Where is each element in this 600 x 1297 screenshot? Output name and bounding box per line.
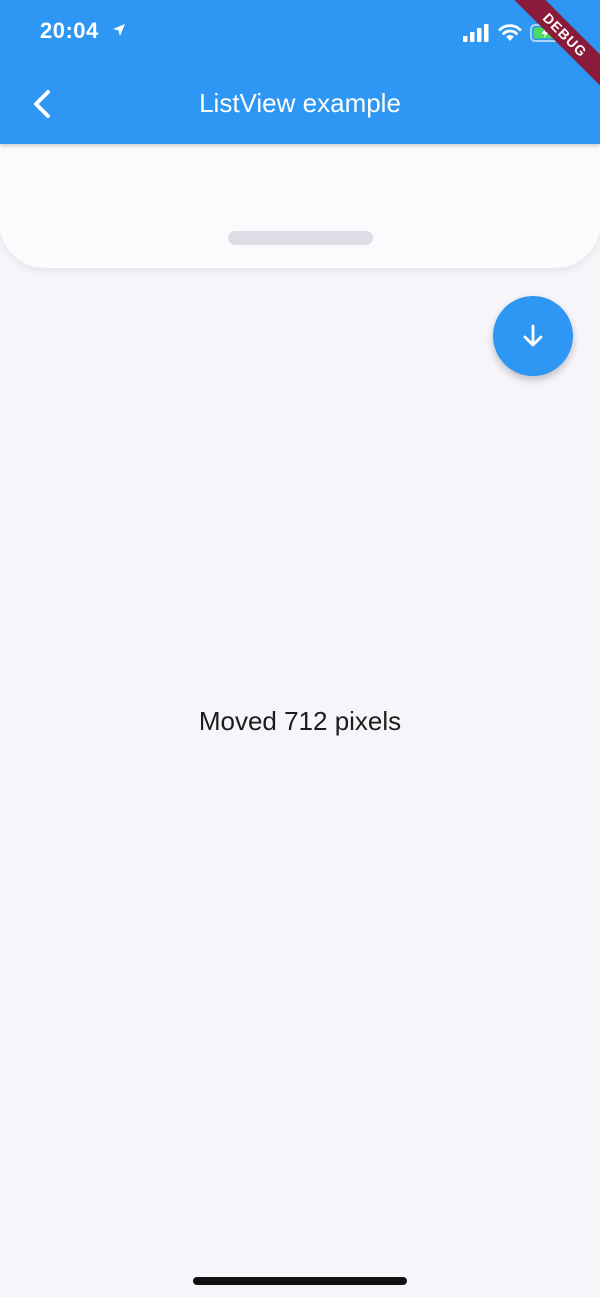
home-indicator[interactable] [193, 1277, 407, 1285]
debug-banner: DEBUG [500, 0, 600, 100]
status-time: 20:04 [40, 18, 99, 43]
cellular-signal-icon [463, 24, 489, 42]
app-bar: 20:04 ListView example DEBUG [0, 0, 600, 144]
scroll-down-button[interactable] [493, 296, 573, 376]
debug-banner-label: DEBUG [511, 0, 600, 89]
pull-down-sheet[interactable] [0, 144, 600, 268]
location-arrow-icon [113, 24, 125, 36]
sheet-drag-handle[interactable] [228, 231, 373, 245]
scroll-offset-label: Moved 712 pixels [198, 706, 402, 736]
arrow-down-icon [523, 324, 543, 347]
